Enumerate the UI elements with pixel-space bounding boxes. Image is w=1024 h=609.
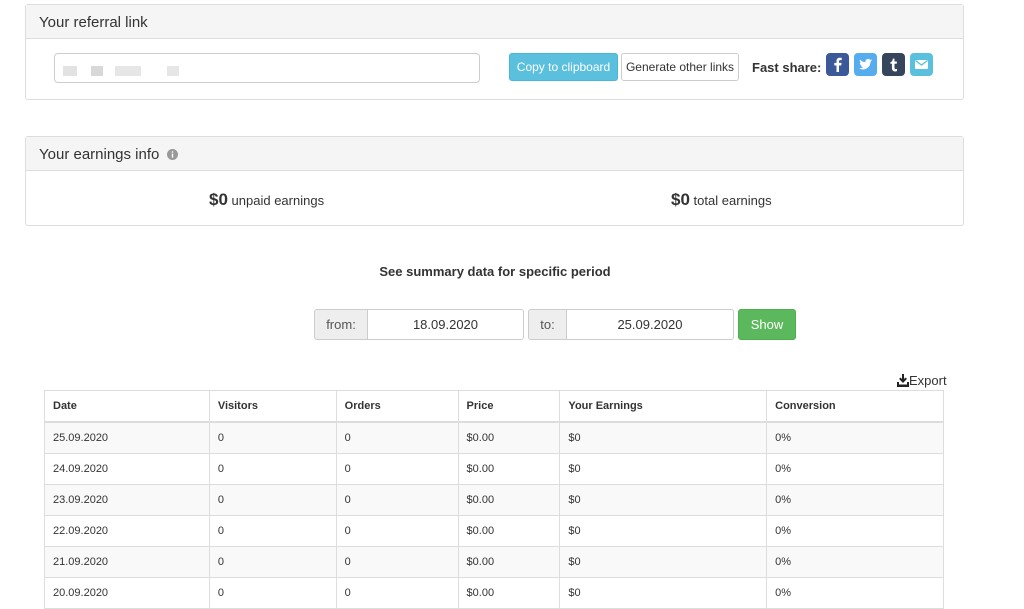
from-date-input[interactable]: 18.09.2020: [367, 309, 524, 340]
cell-date: 20.09.2020: [44, 577, 210, 609]
cell-date: 21.09.2020: [44, 546, 210, 578]
header-your-earnings: Your Earnings: [559, 390, 768, 423]
tumblr-icon[interactable]: [882, 53, 905, 76]
facebook-icon[interactable]: [826, 53, 849, 76]
header-conversion: Conversion: [766, 390, 944, 423]
table-header-row: Date Visitors Orders Price Your Earnings…: [44, 390, 944, 423]
cell-price: $0.00: [457, 484, 561, 516]
blurred-text: [91, 66, 103, 76]
unpaid-earnings: $0 unpaid earnings: [209, 190, 324, 210]
table-row: 22.09.2020 0 0 $0.00 $0 0%: [44, 515, 944, 547]
fast-share-label: Fast share:: [752, 60, 822, 75]
earnings-panel: Your earnings info $0 unpaid earnings $0…: [25, 136, 964, 226]
header-orders: Orders: [335, 390, 459, 423]
twitter-icon[interactable]: [854, 53, 877, 76]
stats-table: Date Visitors Orders Price Your Earnings…: [44, 390, 944, 609]
cell-visitors: 0: [208, 515, 337, 547]
total-earnings: $0 total earnings: [671, 190, 772, 210]
header-price: Price: [457, 390, 561, 423]
cell-earnings: $0: [559, 421, 768, 454]
cell-orders: 0: [335, 421, 459, 454]
unpaid-earnings-label: unpaid earnings: [231, 193, 325, 208]
cell-orders: 0: [335, 577, 459, 609]
referral-panel-title: Your referral link: [26, 5, 963, 39]
total-earnings-amount: $0: [671, 190, 690, 209]
earnings-panel-heading: Your earnings info: [26, 137, 963, 171]
cell-date: 23.09.2020: [44, 484, 210, 516]
cell-conversion: 0%: [766, 515, 944, 547]
table-row: 25.09.2020 0 0 $0.00 $0 0%: [44, 421, 944, 454]
cell-price: $0.00: [457, 515, 561, 547]
header-date: Date: [44, 390, 210, 423]
export-label: Export: [909, 373, 947, 388]
cell-conversion: 0%: [766, 577, 944, 609]
cell-orders: 0: [335, 453, 459, 485]
download-icon: [897, 374, 909, 390]
referral-link-input[interactable]: [54, 53, 480, 83]
to-label: to:: [528, 309, 567, 340]
blurred-text: [63, 66, 77, 76]
summary-period-title: See summary data for specific period: [379, 264, 611, 279]
to-date-input[interactable]: 25.09.2020: [566, 309, 734, 340]
cell-visitors: 0: [208, 453, 337, 485]
table-row: 20.09.2020 0 0 $0.00 $0 0%: [44, 577, 944, 609]
cell-visitors: 0: [208, 546, 337, 578]
cell-orders: 0: [335, 515, 459, 547]
cell-visitors: 0: [208, 577, 337, 609]
copy-to-clipboard-button[interactable]: Copy to clipboard: [509, 53, 618, 81]
cell-visitors: 0: [208, 421, 337, 454]
total-earnings-label: total earnings: [693, 193, 772, 208]
cell-conversion: 0%: [766, 453, 944, 485]
cell-earnings: $0: [559, 515, 768, 547]
table-row: 24.09.2020 0 0 $0.00 $0 0%: [44, 453, 944, 485]
cell-earnings: $0: [559, 577, 768, 609]
table-row: 21.09.2020 0 0 $0.00 $0 0%: [44, 546, 944, 578]
generate-other-links-button[interactable]: Generate other links: [621, 53, 739, 81]
cell-earnings: $0: [559, 453, 768, 485]
export-button[interactable]: Export: [897, 373, 947, 390]
cell-price: $0.00: [457, 421, 561, 454]
blurred-text: [167, 66, 179, 76]
cell-conversion: 0%: [766, 421, 944, 454]
header-visitors: Visitors: [208, 390, 337, 423]
show-button[interactable]: Show: [738, 309, 796, 340]
cell-orders: 0: [335, 484, 459, 516]
referral-panel: Your referral link Copy to clipboard Gen…: [25, 4, 964, 100]
cell-date: 24.09.2020: [44, 453, 210, 485]
cell-earnings: $0: [559, 484, 768, 516]
unpaid-earnings-amount: $0: [209, 190, 228, 209]
cell-price: $0.00: [457, 453, 561, 485]
cell-conversion: 0%: [766, 546, 944, 578]
earnings-panel-title: Your earnings info: [39, 146, 160, 163]
email-icon[interactable]: [910, 53, 933, 76]
cell-price: $0.00: [457, 546, 561, 578]
cell-date: 25.09.2020: [44, 421, 210, 454]
cell-price: $0.00: [457, 577, 561, 609]
blurred-text: [115, 66, 141, 76]
cell-conversion: 0%: [766, 484, 944, 516]
from-label: from:: [314, 309, 368, 340]
cell-visitors: 0: [208, 484, 337, 516]
table-row: 23.09.2020 0 0 $0.00 $0 0%: [44, 484, 944, 516]
cell-earnings: $0: [559, 546, 768, 578]
cell-date: 22.09.2020: [44, 515, 210, 547]
cell-orders: 0: [335, 546, 459, 578]
info-icon[interactable]: [166, 147, 178, 164]
